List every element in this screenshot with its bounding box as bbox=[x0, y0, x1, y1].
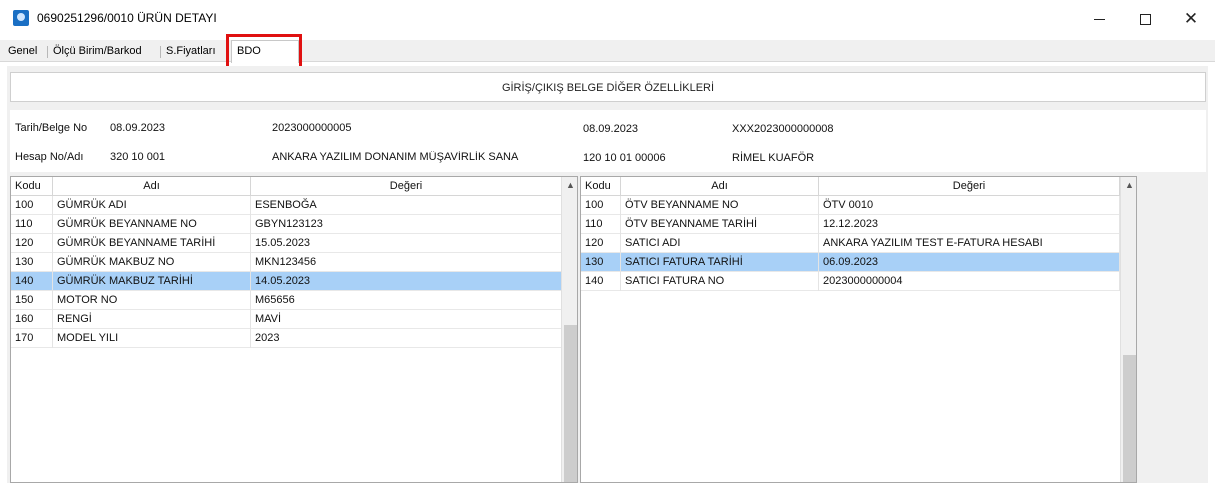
cell-value: MKN123456 bbox=[251, 253, 562, 272]
scroll-up-icon[interactable]: ▲ bbox=[562, 177, 577, 194]
cell-code: 110 bbox=[11, 215, 53, 234]
table-row[interactable]: 120 SATICI ADI ANKARA YAZILIM TEST E-FATUR… bbox=[581, 234, 1120, 253]
table-row[interactable]: 130 GÜMRÜK MAKBUZ NO MKN123456 bbox=[11, 253, 562, 272]
close-button[interactable]: ✕ bbox=[1168, 4, 1214, 34]
cell-value: 2023 bbox=[251, 329, 562, 348]
cell-value: 15.05.2023 bbox=[251, 234, 562, 253]
column-header-degeri[interactable]: Değeri bbox=[819, 177, 1120, 196]
window-title: 0690251296/0010 ÜRÜN DETAYI bbox=[37, 11, 217, 25]
title-bar: 0690251296/0010 ÜRÜN DETAYI ✕ bbox=[0, 0, 1215, 40]
date-doc-label: Tarih/Belge No bbox=[15, 122, 88, 134]
doc-no-right: XXX2023000000008 bbox=[732, 123, 834, 135]
cell-name: RENGİ bbox=[53, 310, 251, 329]
cell-name: GÜMRÜK ADI bbox=[53, 196, 251, 215]
cell-code: 170 bbox=[11, 329, 53, 348]
right-margin-panel bbox=[1139, 176, 1206, 483]
cell-value: MAVİ bbox=[251, 310, 562, 329]
cell-code: 120 bbox=[11, 234, 53, 253]
maximize-button[interactable] bbox=[1122, 4, 1168, 34]
close-icon: ✕ bbox=[1183, 9, 1199, 29]
cell-name: SATICI FATURA NO bbox=[621, 272, 819, 291]
right-attributes-grid[interactable]: Kodu Adı Değeri 100 ÖTV BEYANNAME NO ÖTV 0… bbox=[580, 176, 1137, 483]
cell-name: GÜMRÜK BEYANNAME TARİHİ bbox=[53, 234, 251, 253]
table-row[interactable]: 160 RENGİ MAVİ bbox=[11, 310, 562, 329]
cell-name: ÖTV BEYANNAME NO bbox=[621, 196, 819, 215]
cell-value: 2023000000004 bbox=[819, 272, 1120, 291]
cell-code: 140 bbox=[11, 272, 53, 291]
tab-divider bbox=[160, 46, 161, 58]
column-header-kodu[interactable]: Kodu bbox=[11, 177, 53, 196]
tab-satis-fiyatlari[interactable]: S.Fiyatları bbox=[166, 45, 216, 57]
column-header-degeri[interactable]: Değeri bbox=[251, 177, 562, 196]
table-row[interactable]: 110 GÜMRÜK BEYANNAME NO GBYN123123 bbox=[11, 215, 562, 234]
cell-value: 12.12.2023 bbox=[819, 215, 1120, 234]
table-row[interactable]: 130 SATICI FATURA TARİHİ 06.09.2023 bbox=[581, 253, 1120, 272]
cell-value: ESENBOĞA bbox=[251, 196, 562, 215]
account-no-left: 320 10 001 bbox=[110, 151, 166, 163]
tab-divider bbox=[47, 46, 48, 58]
scroll-thumb[interactable] bbox=[564, 325, 577, 482]
cell-code: 160 bbox=[11, 310, 53, 329]
tab-olcu-birim-barkod[interactable]: Ölçü Birim/Barkod bbox=[53, 45, 142, 57]
cell-value: M65656 bbox=[251, 291, 562, 310]
right-grid-scrollbar[interactable]: ▲ bbox=[1120, 177, 1136, 482]
cell-name: GÜMRÜK BEYANNAME NO bbox=[53, 215, 251, 234]
cell-code: 130 bbox=[11, 253, 53, 272]
account-name-right: RİMEL KUAFÖR bbox=[732, 152, 815, 164]
doc-no-left: 2023000000005 bbox=[272, 122, 352, 134]
account-name-left: ANKARA YAZILIM DONANIM MÜŞAVİRLİK SANA bbox=[272, 151, 519, 163]
table-row[interactable]: 100 ÖTV BEYANNAME NO ÖTV 0010 bbox=[581, 196, 1120, 215]
date-left: 08.09.2023 bbox=[110, 122, 166, 134]
cell-code: 140 bbox=[581, 272, 621, 291]
table-row[interactable]: 140 GÜMRÜK MAKBUZ TARİHİ 14.05.2023 bbox=[11, 272, 562, 291]
cell-name: MODEL YILI bbox=[53, 329, 251, 348]
cell-code: 110 bbox=[581, 215, 621, 234]
section-title: GİRİŞ/ÇIKIŞ BELGE DİĞER ÖZELLİKLERİ bbox=[501, 82, 715, 94]
scroll-thumb[interactable] bbox=[1123, 355, 1136, 482]
document-info: Tarih/Belge No 08.09.2023 2023000000005 … bbox=[10, 110, 1206, 172]
cell-name: ÖTV BEYANNAME TARİHİ bbox=[621, 215, 819, 234]
grid-header: Kodu Adı Değeri bbox=[11, 177, 562, 196]
table-row[interactable]: 150 MOTOR NO M65656 bbox=[11, 291, 562, 310]
maximize-icon bbox=[1139, 13, 1151, 25]
cell-value: ANKARA YAZILIM TEST E-FATURA HESABI bbox=[819, 234, 1120, 253]
cell-name: GÜMRÜK MAKBUZ NO bbox=[53, 253, 251, 272]
cell-name: SATICI FATURA TARİHİ bbox=[621, 253, 819, 272]
cell-value: ÖTV 0010 bbox=[819, 196, 1120, 215]
left-attributes-grid[interactable]: Kodu Adı Değeri 100 GÜMRÜK ADI ESENBOĞA 110… bbox=[10, 176, 578, 483]
cell-code: 150 bbox=[11, 291, 53, 310]
cell-name: MOTOR NO bbox=[53, 291, 251, 310]
minimize-button[interactable] bbox=[1076, 4, 1122, 34]
cell-code: 100 bbox=[581, 196, 621, 215]
section-header: GİRİŞ/ÇIKIŞ BELGE DİĞER ÖZELLİKLERİ bbox=[10, 72, 1206, 102]
table-row[interactable]: 100 GÜMRÜK ADI ESENBOĞA bbox=[11, 196, 562, 215]
column-header-kodu[interactable]: Kodu bbox=[581, 177, 621, 196]
table-row[interactable]: 120 GÜMRÜK BEYANNAME TARİHİ 15.05.2023 bbox=[11, 234, 562, 253]
cell-code: 100 bbox=[11, 196, 53, 215]
table-row[interactable]: 170 MODEL YILI 2023 bbox=[11, 329, 562, 348]
tab-strip: Genel Ölçü Birim/Barkod S.Fiyatları BDO bbox=[0, 40, 1215, 63]
cell-name: GÜMRÜK MAKBUZ TARİHİ bbox=[53, 272, 251, 291]
cell-value: 06.09.2023 bbox=[819, 253, 1120, 272]
column-header-adi[interactable]: Adı bbox=[53, 177, 251, 196]
tab-genel[interactable]: Genel bbox=[8, 45, 37, 57]
cell-code: 130 bbox=[581, 253, 621, 272]
app-icon bbox=[13, 10, 29, 26]
table-row[interactable]: 140 SATICI FATURA NO 2023000000004 bbox=[581, 272, 1120, 291]
account-label: Hesap No/Adı bbox=[15, 151, 84, 163]
account-no-right: 120 10 01 00006 bbox=[583, 152, 666, 164]
left-grid-scrollbar[interactable]: ▲ bbox=[561, 177, 577, 482]
grid-header: Kodu Adı Değeri bbox=[581, 177, 1120, 196]
column-header-adi[interactable]: Adı bbox=[621, 177, 819, 196]
cell-name: SATICI ADI bbox=[621, 234, 819, 253]
cell-value: 14.05.2023 bbox=[251, 272, 562, 291]
cell-code: 120 bbox=[581, 234, 621, 253]
table-row[interactable]: 110 ÖTV BEYANNAME TARİHİ 12.12.2023 bbox=[581, 215, 1120, 234]
tab-highlight-annotation bbox=[226, 34, 302, 69]
cell-value: GBYN123123 bbox=[251, 215, 562, 234]
scroll-up-icon[interactable]: ▲ bbox=[1121, 177, 1136, 194]
date-right: 08.09.2023 bbox=[583, 123, 639, 135]
minimize-icon bbox=[1093, 18, 1105, 20]
